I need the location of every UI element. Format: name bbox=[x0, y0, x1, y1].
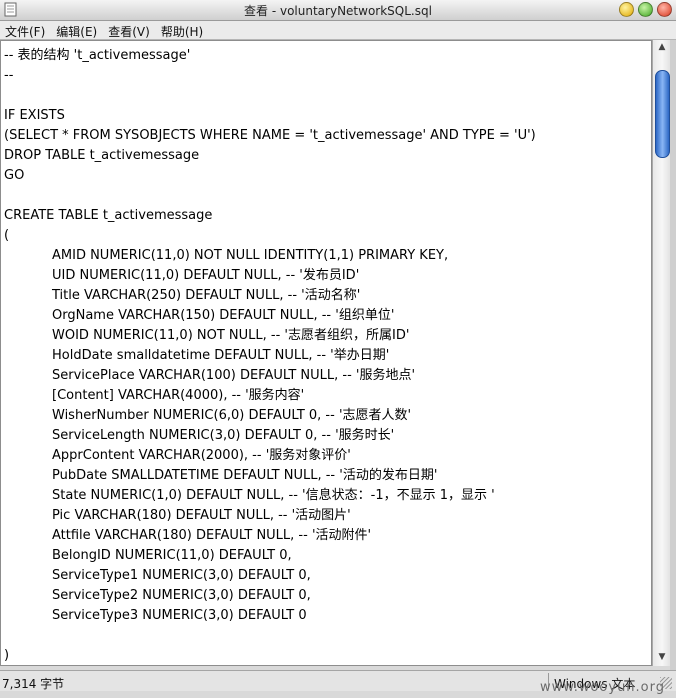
code-line: ServiceLength NUMERIC(3,0) DEFAULT 0, --… bbox=[52, 428, 395, 443]
menu-view[interactable]: 查看(V) bbox=[103, 21, 156, 40]
code-line: State NUMERIC(1,0) DEFAULT NULL, -- '信息状… bbox=[52, 488, 495, 503]
menu-edit[interactable]: 编辑(E) bbox=[51, 21, 103, 40]
title-bar[interactable]: 查看 - voluntaryNetworkSQL.sql bbox=[0, 0, 676, 21]
code-line: -- 表的结构 't_activemessage' bbox=[4, 48, 191, 63]
code-line: OrgName VARCHAR(150) DEFAULT NULL, -- '组… bbox=[52, 308, 395, 323]
code-line: ServiceType2 NUMERIC(3,0) DEFAULT 0, bbox=[52, 588, 311, 603]
code-line: UID NUMERIC(11,0) DEFAULT NULL, -- '发布员I… bbox=[52, 268, 360, 283]
watermark: www.wooyun.org bbox=[540, 680, 666, 695]
arrow-up-icon[interactable]: ▲ bbox=[656, 42, 668, 52]
minimize-icon[interactable] bbox=[619, 2, 634, 17]
byte-count: 7,314 字节 bbox=[2, 677, 65, 691]
code-line: WOID NUMERIC(11,0) NOT NULL, -- '志愿者组织，所… bbox=[52, 328, 410, 343]
close-icon[interactable] bbox=[657, 2, 672, 17]
scrollbar-thumb[interactable] bbox=[655, 70, 670, 158]
arrow-down-icon[interactable]: ▼ bbox=[656, 652, 668, 662]
code-line: ) bbox=[4, 648, 10, 663]
menu-help[interactable]: 帮助(H) bbox=[156, 21, 209, 40]
menu-bar: 文件(F) 编辑(E) 查看(V) 帮助(H) bbox=[0, 21, 676, 40]
code-line: PubDate SMALLDATETIME DEFAULT NULL, -- '… bbox=[52, 468, 438, 483]
code-line: ApprContent VARCHAR(2000), -- '服务对象评价' bbox=[52, 448, 351, 463]
window-title: 查看 - voluntaryNetworkSQL.sql bbox=[244, 4, 432, 18]
code-line: [Content] VARCHAR(4000), -- '服务内容' bbox=[52, 388, 305, 403]
menu-file[interactable]: 文件(F) bbox=[0, 21, 51, 40]
code-line: WisherNumber NUMERIC(6,0) DEFAULT 0, -- … bbox=[52, 408, 412, 423]
vertical-scrollbar[interactable]: ▲ ▼ bbox=[652, 40, 671, 666]
window-controls bbox=[615, 2, 672, 18]
code-line: -- bbox=[4, 68, 14, 83]
code-line: ServiceType3 NUMERIC(3,0) DEFAULT 0 bbox=[52, 608, 307, 623]
code-line: (SELECT * FROM SYSOBJECTS WHERE NAME = '… bbox=[4, 128, 536, 143]
code-line: HoldDate smalldatetime DEFAULT NULL, -- … bbox=[52, 348, 390, 363]
window-border bbox=[670, 40, 676, 690]
text-editor[interactable]: -- 表的结构 't_activemessage' -- IF EXISTS (SEL… bbox=[0, 40, 652, 666]
code-line: ( bbox=[4, 228, 10, 243]
code-line: Attfile VARCHAR(180) DEFAULT NULL, -- '活… bbox=[52, 528, 372, 543]
code-line: GO bbox=[4, 168, 25, 183]
code-line: Title VARCHAR(250) DEFAULT NULL, -- '活动名… bbox=[52, 288, 361, 303]
code-line: Pic VARCHAR(180) DEFAULT NULL, -- '活动图片' bbox=[52, 508, 351, 523]
code-line: IF EXISTS bbox=[4, 108, 65, 123]
zoom-icon[interactable] bbox=[638, 2, 653, 17]
code-line: DROP TABLE t_activemessage bbox=[4, 148, 200, 163]
code-line: CREATE TABLE t_activemessage bbox=[4, 208, 213, 223]
code-line: ServicePlace VARCHAR(100) DEFAULT NULL, … bbox=[52, 368, 416, 383]
code-line: ServiceType1 NUMERIC(3,0) DEFAULT 0, bbox=[52, 568, 311, 583]
code-line: BelongID NUMERIC(11,0) DEFAULT 0, bbox=[52, 548, 292, 563]
code-line: AMID NUMERIC(11,0) NOT NULL IDENTITY(1,1… bbox=[52, 248, 449, 263]
